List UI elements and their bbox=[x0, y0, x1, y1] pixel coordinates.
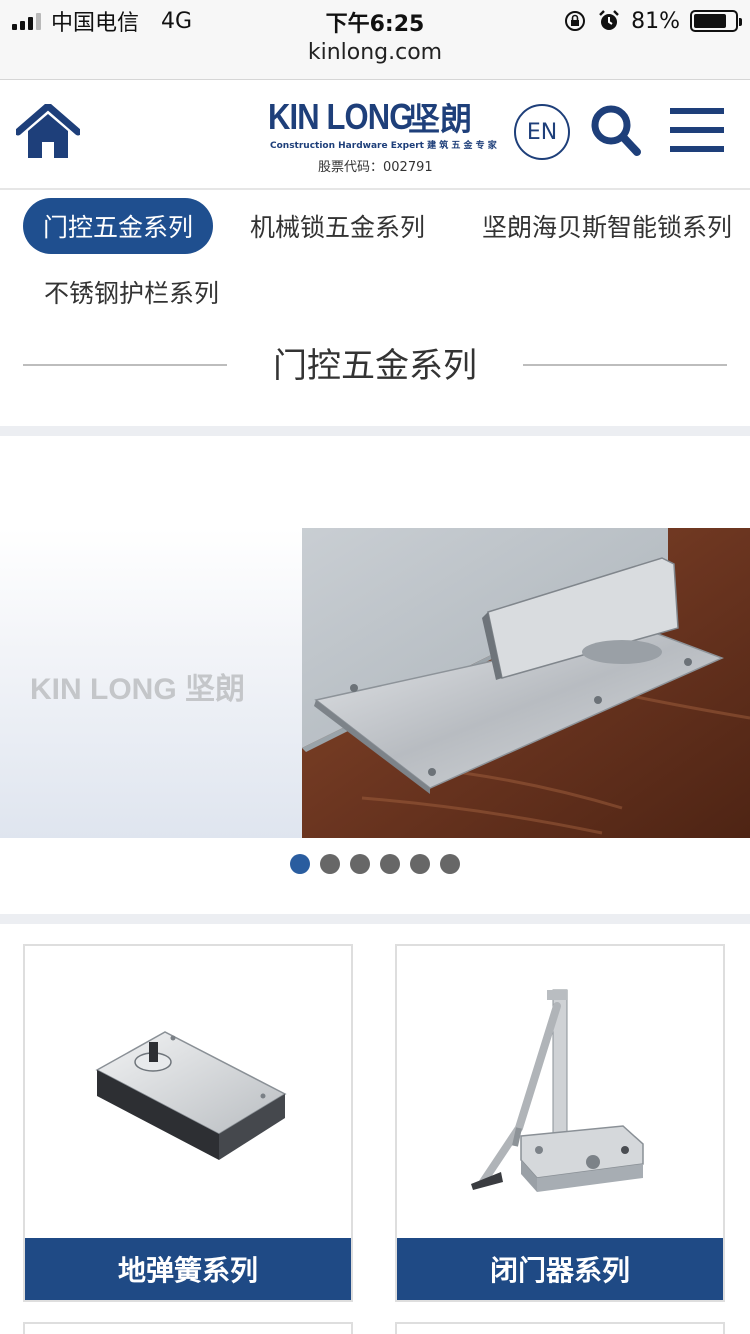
section-divider bbox=[0, 426, 750, 436]
title-divider-right bbox=[523, 364, 727, 366]
product-banner[interactable]: KIN LONG 坚朗 bbox=[0, 528, 750, 838]
logo-text-cn: 坚朗 bbox=[408, 100, 473, 138]
product-card-door-closer[interactable]: 闭门器系列 bbox=[395, 944, 725, 1302]
patch-fitting-image bbox=[302, 528, 750, 838]
carousel-dot[interactable] bbox=[290, 854, 310, 874]
url-label[interactable]: kinlong.com bbox=[0, 40, 750, 65]
menu-bar-icon bbox=[670, 127, 724, 133]
battery-icon bbox=[690, 10, 742, 32]
product-card-next[interactable] bbox=[395, 1322, 725, 1334]
banner-watermark: KIN LONG 坚朗 bbox=[30, 673, 245, 706]
logo-subtitle: Construction Hardware Expert 建 筑 五 金 专 家 bbox=[270, 141, 497, 151]
section-divider bbox=[0, 914, 750, 924]
menu-bar-icon bbox=[670, 108, 724, 114]
brand-logo[interactable]: KIN LONG 坚朗 Construction Hardware Expert… bbox=[268, 96, 497, 176]
banner-left-panel: KIN LONG 坚朗 bbox=[0, 528, 302, 838]
product-card-label: 地弹簧系列 bbox=[25, 1238, 351, 1300]
door-closer-image bbox=[397, 946, 723, 1238]
home-button[interactable] bbox=[14, 102, 82, 160]
tab-mechanical-lock[interactable]: 机械锁五金系列 bbox=[250, 198, 425, 254]
product-card-next[interactable] bbox=[23, 1322, 353, 1334]
section-header: 门控五金系列 bbox=[0, 330, 750, 392]
tab-door-control[interactable]: 门控五金系列 bbox=[23, 198, 214, 254]
menu-bar-icon bbox=[670, 146, 724, 152]
carousel-dot[interactable] bbox=[440, 854, 460, 874]
stock-code: 股票代码：002791 bbox=[318, 160, 433, 175]
carousel-dot[interactable] bbox=[380, 854, 400, 874]
status-bar: 中国电信 4G 下午6:25 81% kinlong.com bbox=[0, 0, 750, 80]
search-icon bbox=[591, 105, 641, 156]
carousel-dot[interactable] bbox=[320, 854, 340, 874]
carousel-indicators bbox=[0, 854, 750, 874]
product-card-floor-spring[interactable]: 地弹簧系列 bbox=[23, 944, 353, 1302]
section-title: 门控五金系列 bbox=[273, 346, 477, 386]
site-header: KIN LONG 坚朗 Construction Hardware Expert… bbox=[0, 80, 750, 190]
search-button[interactable] bbox=[590, 104, 642, 158]
status-right: 81% bbox=[563, 6, 742, 36]
banner-product-image bbox=[302, 528, 750, 838]
product-card-label: 闭门器系列 bbox=[397, 1238, 723, 1300]
language-button[interactable]: EN bbox=[514, 104, 570, 160]
alarm-icon bbox=[599, 10, 619, 30]
rotation-lock-icon bbox=[565, 11, 586, 31]
floor-spring-image bbox=[25, 946, 351, 1238]
menu-button[interactable] bbox=[670, 108, 724, 152]
carousel-dot[interactable] bbox=[350, 854, 370, 874]
carousel-dot[interactable] bbox=[410, 854, 430, 874]
category-tabs: 门控五金系列 机械锁五金系列 坚朗海贝斯智能锁系列 不锈钢护栏系列 bbox=[0, 190, 750, 322]
tab-stainless-railing[interactable]: 不锈钢护栏系列 bbox=[44, 264, 219, 320]
battery-percent: 81% bbox=[631, 8, 680, 34]
battery-fill bbox=[694, 14, 727, 28]
logo-text-en: KIN LONG bbox=[268, 96, 413, 137]
tab-smart-lock[interactable]: 坚朗海贝斯智能锁系列 bbox=[482, 198, 732, 254]
home-icon bbox=[14, 102, 82, 158]
